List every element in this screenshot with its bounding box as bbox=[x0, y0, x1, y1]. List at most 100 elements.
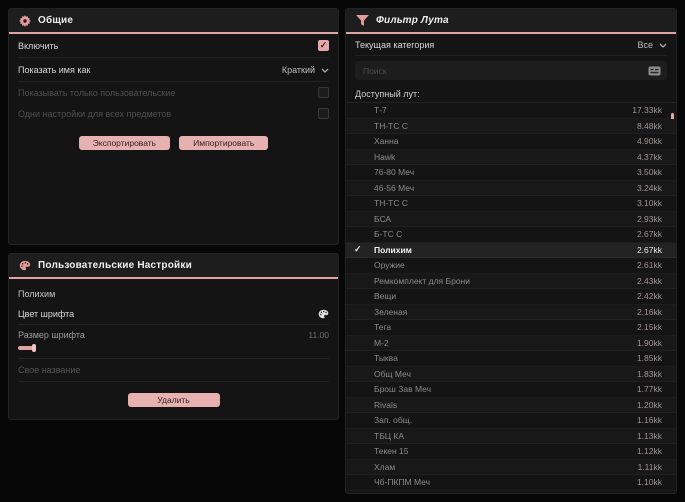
slider-handle[interactable] bbox=[32, 344, 36, 352]
user-settings-panel-header: Пользовательские Настройки bbox=[9, 254, 338, 279]
general-settings-panel: Общие Включить ✓ Показать имя как Кратки… bbox=[8, 8, 339, 245]
loot-item-value: 1.77kk bbox=[636, 384, 662, 395]
loot-item-name: Чб-ПКПМ Меч bbox=[374, 477, 431, 488]
loot-item-row[interactable]: Ремкомплект для Брони 2.43kk bbox=[346, 273, 676, 289]
same-settings-row: Одни настройки для всех предметов bbox=[18, 103, 329, 124]
palette-icon bbox=[19, 260, 31, 271]
only-custom-checkbox bbox=[318, 87, 329, 98]
loot-filter-panel-header: Фильтр Лута bbox=[346, 9, 676, 34]
loot-item-value: 2.42kk bbox=[636, 291, 662, 302]
loot-item-name: М-2 bbox=[374, 337, 389, 348]
loot-item-row[interactable]: Вещи 2.42kk bbox=[346, 289, 676, 305]
loot-item-name: Брош Зав Меч bbox=[374, 384, 432, 395]
loot-item-row[interactable]: ТН-ТС С 3.10kk bbox=[346, 196, 676, 212]
loot-list: Т-7 17.33kk ТН-ТС С 8.48kk Ханна 4.90kk Hawk 4.… bbox=[346, 102, 676, 491]
loot-item-value: 1.16kk bbox=[636, 415, 662, 426]
user-settings-panel-title: Пользовательские Настройки bbox=[38, 260, 192, 271]
same-settings-label: Одни настройки для всех предметов bbox=[18, 108, 172, 119]
loot-item-value: 1.13kk bbox=[636, 430, 662, 441]
loot-item-row[interactable]: М-2 1.90kk bbox=[346, 335, 676, 351]
font-size-slider[interactable] bbox=[18, 344, 329, 352]
loot-item-row[interactable]: Hawk 4.37kk bbox=[346, 149, 676, 165]
loot-item-value: 1.20kk bbox=[636, 399, 662, 410]
loot-item-name: Ремкомплект для Брони bbox=[374, 275, 470, 286]
loot-item-name: БСА bbox=[374, 213, 392, 224]
search-box bbox=[355, 61, 667, 80]
loot-item-name: Б-ТС С bbox=[374, 229, 403, 240]
loot-item-row[interactable]: 46-56 Меч 3.24kk bbox=[346, 180, 676, 196]
loot-item-row[interactable]: ✓ Полихим 2.67kk bbox=[346, 242, 676, 258]
search-settings-icon[interactable] bbox=[648, 66, 661, 76]
search-input[interactable] bbox=[361, 64, 642, 77]
loot-item-value: 17.33kk bbox=[632, 105, 662, 116]
loot-item-value: 1.90kk bbox=[636, 337, 662, 348]
show-name-select[interactable]: Краткий bbox=[282, 65, 329, 75]
loot-item-value: 1.83kk bbox=[636, 368, 662, 379]
loot-item-name: Т-7 bbox=[374, 105, 387, 116]
loot-item-row[interactable]: Оружие 2.61kk bbox=[346, 258, 676, 274]
loot-item-name: Оружие bbox=[374, 260, 405, 271]
loot-item-value: 1.11kk bbox=[637, 461, 662, 472]
loot-item-row[interactable]: Хлам 1.11kk bbox=[346, 459, 676, 475]
loot-item-name: Тега bbox=[374, 322, 392, 333]
user-settings-panel: Пользовательские Настройки Полихим Цвет … bbox=[8, 253, 339, 420]
custom-name-input[interactable] bbox=[18, 365, 329, 375]
loot-item-value: 4.90kk bbox=[636, 136, 662, 147]
loot-item-row[interactable]: БСА 2.93kk bbox=[346, 211, 676, 227]
loot-item-value: 3.10kk bbox=[636, 198, 662, 209]
color-picker-icon[interactable] bbox=[318, 309, 329, 319]
general-panel-title: Общие bbox=[38, 15, 74, 26]
loot-item-value: 2.61kk bbox=[636, 260, 662, 271]
loot-item-value: 2.43kk bbox=[636, 275, 662, 286]
loot-item-row[interactable]: Общ Меч 1.83kk bbox=[346, 366, 676, 382]
loot-item-row[interactable]: Тега 2.15kk bbox=[346, 320, 676, 336]
font-size-value: 11.00 bbox=[308, 330, 329, 340]
enable-label: Включить bbox=[18, 40, 59, 51]
loot-item-value: 4.37kk bbox=[636, 151, 662, 162]
loot-item-row[interactable]: ТН-ТС С 8.48kk bbox=[346, 118, 676, 134]
loot-item-row[interactable]: Брош Зав Меч 1.77kk bbox=[346, 382, 676, 398]
export-button[interactable]: Экспортировать bbox=[78, 136, 171, 150]
loot-item-value: 2.93kk bbox=[636, 213, 662, 224]
loot-item-row[interactable]: Зеленая 2.16kk bbox=[346, 304, 676, 320]
font-color-row[interactable]: Цвет шрифта bbox=[18, 303, 329, 325]
loot-item-name: Rivals bbox=[374, 399, 398, 410]
loot-item-name: Общ Меч bbox=[374, 368, 411, 379]
show-name-value: Краткий bbox=[281, 64, 315, 75]
check-icon: ✓ bbox=[354, 244, 362, 255]
enable-checkbox[interactable]: ✓ bbox=[318, 40, 329, 51]
loot-item-row[interactable]: Тыква 1.85kk bbox=[346, 351, 676, 367]
loot-item-value: 3.24kk bbox=[636, 182, 662, 193]
loot-filter-panel: Фильтр Лута Текущая категория Все Доступ… bbox=[345, 8, 677, 494]
font-size-label: Размер шрифта bbox=[18, 330, 85, 340]
gear-icon bbox=[19, 14, 31, 27]
enable-row: Включить ✓ bbox=[18, 34, 329, 58]
import-button[interactable]: Импортировать bbox=[179, 136, 269, 150]
loot-item-name: 76-80 Меч bbox=[374, 167, 415, 178]
loot-item-name: ТН-ТС С bbox=[374, 198, 408, 209]
available-loot-label: Доступный лут: bbox=[355, 88, 420, 99]
loot-item-name: Зап. общ. bbox=[374, 415, 413, 426]
only-custom-row: Показывать только пользовательские bbox=[18, 82, 329, 103]
loot-item-name: Вещи bbox=[374, 291, 397, 302]
loot-item-row[interactable]: Т-7 17.33kk bbox=[346, 103, 676, 119]
loot-item-row[interactable]: 76-80 Меч 3.50kk bbox=[346, 165, 676, 181]
loot-item-row[interactable]: Ханна 4.90kk bbox=[346, 134, 676, 150]
loot-item-value: 8.48kk bbox=[636, 120, 662, 131]
loot-item-value: 2.16kk bbox=[636, 306, 662, 317]
show-name-row: Показать имя как Краткий bbox=[18, 58, 329, 82]
funnel-icon bbox=[356, 15, 369, 26]
loot-item-row[interactable]: Текен 15 1.12kk bbox=[346, 444, 676, 460]
category-select[interactable]: Все bbox=[637, 40, 667, 50]
delete-button[interactable]: Удалить bbox=[127, 393, 220, 407]
loot-item-row[interactable]: Б-ТС С 2.67kk bbox=[346, 227, 676, 243]
loot-item-name: Hawk bbox=[374, 151, 396, 162]
loot-item-name: Хлам bbox=[374, 461, 396, 472]
category-label: Текущая категория bbox=[355, 39, 435, 50]
loot-item-row[interactable]: ТБЦ КА 1.13kk bbox=[346, 428, 676, 444]
loot-item-row[interactable]: Rivals 1.20kk bbox=[346, 397, 676, 413]
loot-item-value: 2.15kk bbox=[636, 322, 662, 333]
loot-item-row[interactable]: Чб-ПКПМ Меч 1.10kk bbox=[346, 475, 676, 491]
chevron-down-icon bbox=[321, 68, 329, 73]
loot-item-row[interactable]: Зап. общ. 1.16kk bbox=[346, 413, 676, 429]
